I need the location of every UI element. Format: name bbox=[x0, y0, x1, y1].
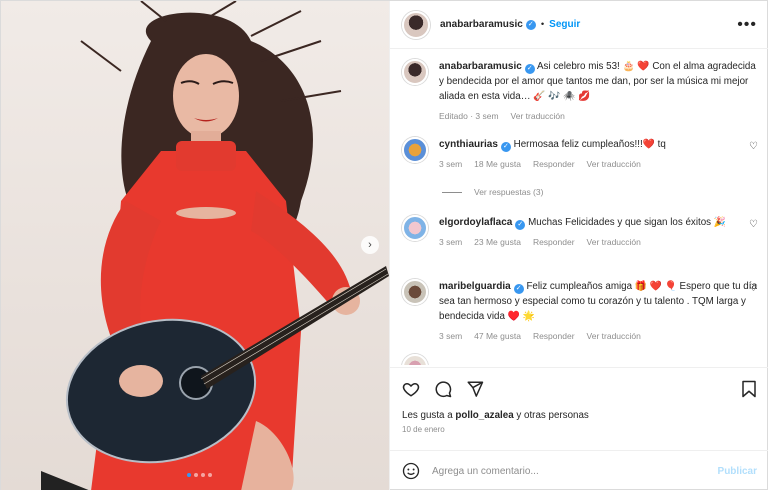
commenter-avatar[interactable] bbox=[402, 137, 428, 163]
translate-link[interactable]: Ver traducción bbox=[587, 235, 641, 250]
caption: anabarbaramusic ✓ Asi celebro mis 53! 🎂 ❤… bbox=[390, 59, 768, 124]
post-date: 10 de enero bbox=[402, 425, 445, 434]
next-photo-button[interactable]: › bbox=[361, 236, 379, 254]
translate-link[interactable]: Ver traducción bbox=[587, 329, 641, 344]
commenter-avatar[interactable] bbox=[402, 354, 428, 365]
comment-text: Muchas Felicidades y que sigan los éxito… bbox=[528, 217, 726, 228]
post-photo[interactable]: › bbox=[1, 1, 389, 490]
separator: • bbox=[540, 19, 545, 30]
bookmark-icon[interactable] bbox=[741, 380, 757, 398]
carousel-dots bbox=[187, 473, 212, 477]
carousel-dot bbox=[208, 473, 212, 477]
reply-link[interactable]: Responder bbox=[533, 235, 575, 250]
follow-button[interactable]: Seguir bbox=[549, 19, 580, 30]
comment-username[interactable]: elgordoylaflaca bbox=[439, 217, 512, 228]
comment-input[interactable]: Agrega un comentario... bbox=[432, 466, 718, 477]
comment-item: cynthiaurias ✓ Hermosaa feliz cumpleaños!… bbox=[390, 137, 768, 172]
caption-avatar[interactable] bbox=[402, 59, 428, 85]
photo-illustration bbox=[41, 1, 389, 490]
comment-like-heart-icon[interactable]: ♡ bbox=[749, 219, 759, 230]
reply-link[interactable]: Responder bbox=[533, 157, 575, 172]
comment-like-heart-icon[interactable]: ♡ bbox=[749, 283, 759, 294]
comment-likes[interactable]: 23 Me gusta bbox=[474, 235, 521, 250]
commenter-avatar[interactable] bbox=[402, 215, 428, 241]
comment-like-heart-icon[interactable]: ♡ bbox=[749, 141, 759, 152]
commenter-avatar[interactable] bbox=[402, 279, 428, 305]
author-username[interactable]: anabarbaramusic bbox=[440, 19, 523, 30]
comment-time: 3 sem bbox=[439, 237, 463, 247]
publish-button[interactable]: Publicar bbox=[718, 466, 757, 477]
verified-badge-icon: ✓ bbox=[515, 220, 526, 230]
carousel-dot bbox=[194, 473, 198, 477]
chevron-right-icon: › bbox=[368, 239, 372, 251]
comment-text: Hermosaa feliz cumpleaños!!!❤️ tq bbox=[513, 139, 666, 150]
reply-link[interactable]: Responder bbox=[533, 329, 575, 344]
comment-time: 3 sem bbox=[439, 331, 463, 341]
comment-username[interactable]: cynthiaurias bbox=[439, 139, 498, 150]
smiley-icon[interactable] bbox=[402, 462, 420, 480]
comment-item: maribelguardia ✓ Feliz cumpleaños amiga 🎁… bbox=[390, 279, 768, 344]
caption-translate-link[interactable]: Ver traducción bbox=[511, 109, 565, 124]
translate-link[interactable]: Ver traducción bbox=[587, 157, 641, 172]
view-replies-link[interactable]: Ver respuestas (3) bbox=[474, 187, 543, 197]
comments-list[interactable]: anabarbaramusic ✓ Asi celebro mis 53! 🎂 ❤… bbox=[390, 49, 768, 365]
comment-item: elgordoylaflaca ✓ Muchas Felicidades y qu… bbox=[390, 215, 768, 250]
carousel-dot-active bbox=[187, 473, 191, 477]
caption-time: Editado · 3 sem bbox=[439, 111, 499, 121]
verified-badge-icon: ✓ bbox=[500, 142, 511, 152]
likes-user[interactable]: pollo_azalea bbox=[455, 410, 513, 421]
likes-suffix: y otras personas bbox=[516, 410, 589, 421]
verified-badge-icon: ✓ bbox=[525, 19, 536, 30]
post-window: › anabarbaramusic ✓ • Seguir ••• anabarb… bbox=[0, 0, 768, 490]
post-sidebar: anabarbaramusic ✓ • Seguir ••• anabarbar… bbox=[389, 1, 768, 490]
likes-summary[interactable]: Les gusta a pollo_azalea y otras persona… bbox=[402, 410, 757, 421]
comment-time: 3 sem bbox=[439, 159, 463, 169]
post-header: anabarbaramusic ✓ • Seguir ••• bbox=[390, 1, 768, 49]
likes-prefix: Les gusta a bbox=[402, 410, 453, 421]
author-avatar[interactable] bbox=[402, 10, 430, 39]
verified-badge-icon: ✓ bbox=[524, 64, 535, 74]
comment-item-partial bbox=[390, 354, 768, 365]
carousel-dot bbox=[201, 473, 205, 477]
verified-badge-icon: ✓ bbox=[513, 284, 524, 294]
paper-plane-icon[interactable] bbox=[466, 380, 484, 398]
comment-username[interactable]: maribelguardia bbox=[439, 281, 511, 292]
heart-icon[interactable] bbox=[402, 380, 420, 398]
comment-likes[interactable]: 47 Me gusta bbox=[474, 329, 521, 344]
replies-divider bbox=[442, 191, 462, 193]
add-comment-bar: Agrega un comentario... Publicar bbox=[390, 450, 768, 490]
more-options-icon[interactable]: ••• bbox=[737, 16, 757, 34]
caption-username[interactable]: anabarbaramusic bbox=[439, 61, 522, 72]
comment-likes[interactable]: 18 Me gusta bbox=[474, 157, 521, 172]
comment-icon[interactable] bbox=[434, 380, 452, 398]
view-replies[interactable]: Ver respuestas (3) bbox=[442, 187, 543, 197]
post-actions: Les gusta a pollo_azalea y otras persona… bbox=[390, 367, 768, 434]
